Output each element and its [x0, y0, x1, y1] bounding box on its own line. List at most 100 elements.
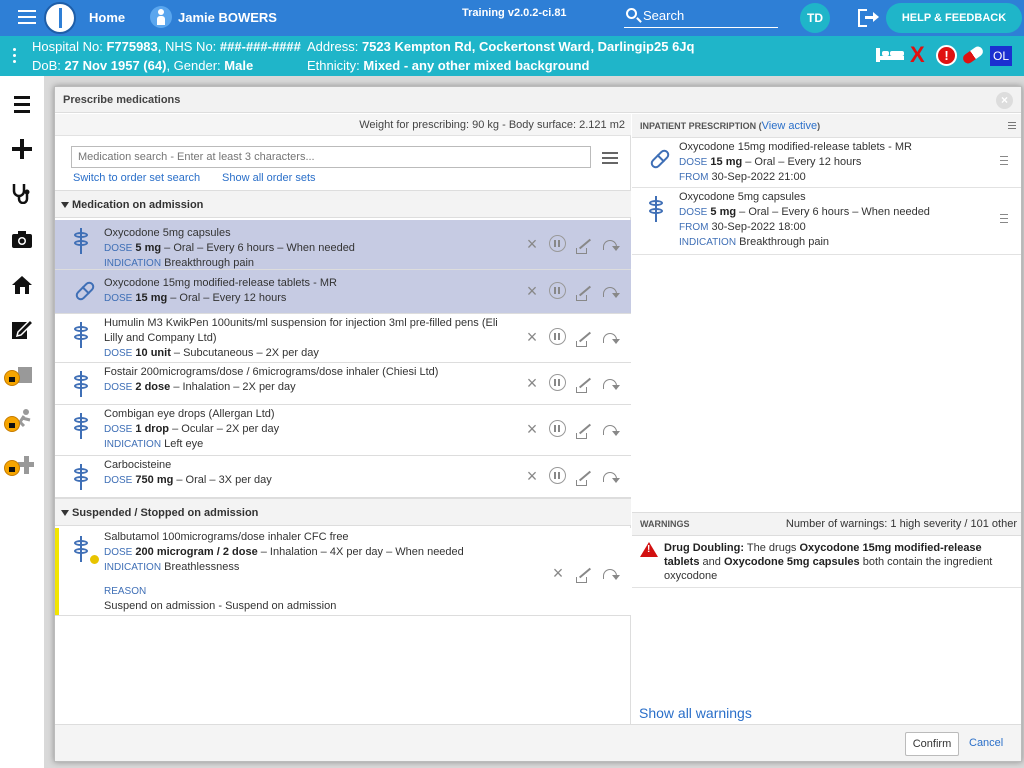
- home-icon[interactable]: [10, 274, 34, 296]
- admission-med-row[interactable]: Humulin M3 KwikPen 100units/ml suspensio…: [55, 314, 631, 363]
- edit-prescribe-icon[interactable]: [575, 328, 593, 347]
- lock-icon: [4, 416, 20, 432]
- stop-x-icon[interactable]: ×: [523, 328, 541, 346]
- stop-x-icon[interactable]: ×: [523, 282, 541, 300]
- caduceus-icon: [71, 413, 93, 439]
- med-route: – Oral – Every 6 hours – When needed: [161, 242, 355, 254]
- switch-order-set-link[interactable]: Switch to order set search: [73, 172, 200, 184]
- home-link[interactable]: Home: [89, 10, 125, 25]
- bed-icon[interactable]: [876, 48, 906, 62]
- from-label: FROM: [679, 172, 709, 183]
- medication-pane: Weight for prescribing: 90 kg - Body sur…: [55, 114, 631, 724]
- med-details: Salbutamol 100micrograms/dose inhaler CF…: [104, 530, 514, 614]
- admission-med-row[interactable]: Oxycodone 5mg capsules DOSE 5 mg – Oral …: [55, 220, 631, 270]
- continue-arrow-icon[interactable]: [601, 564, 620, 582]
- med-name: Carbocisteine: [104, 459, 172, 471]
- ol-badge[interactable]: OL: [990, 46, 1012, 66]
- stop-x-icon[interactable]: ×: [523, 374, 541, 392]
- caduceus-icon: [71, 322, 93, 348]
- rx-row-menu-icon[interactable]: [1000, 214, 1008, 226]
- suspend-pause-icon[interactable]: [549, 420, 566, 437]
- rx-row-menu-icon[interactable]: [1000, 156, 1008, 168]
- view-active-link[interactable]: View active: [762, 120, 817, 132]
- list-options-icon[interactable]: [602, 152, 618, 167]
- paused-badge-icon: [89, 554, 100, 565]
- admission-med-row[interactable]: Carbocisteine DOSE 750 mg – Oral – 3X pe…: [55, 456, 631, 498]
- stop-x-icon[interactable]: ×: [523, 420, 541, 438]
- admission-med-row[interactable]: Fostair 200micrograms/dose / 6micrograms…: [55, 363, 631, 405]
- stop-x-icon[interactable]: ×: [549, 564, 567, 582]
- logout-icon[interactable]: [858, 9, 879, 27]
- continue-arrow-icon[interactable]: [601, 467, 620, 485]
- prescribe-medications-dialog: Prescribe medications × Weight for presc…: [54, 86, 1022, 762]
- inpatient-options-icon[interactable]: [1008, 122, 1016, 131]
- show-all-warnings-link[interactable]: Show all warnings: [639, 705, 752, 721]
- inpatient-title: INPATIENT PRESCRIPTION (View active): [640, 120, 820, 132]
- edit-prescribe-icon[interactable]: [575, 420, 593, 439]
- banner-menu-icon[interactable]: [13, 48, 16, 66]
- menu-icon[interactable]: [18, 10, 36, 24]
- warning-item[interactable]: Drug Doubling: The drugs Oxycodone 15mg …: [632, 536, 1021, 588]
- plus-icon[interactable]: [10, 138, 34, 160]
- stop-x-icon[interactable]: ×: [523, 235, 541, 253]
- weight-text: Weight for prescribing: 90 kg - Body sur…: [359, 119, 625, 131]
- med-actions: ×: [549, 564, 623, 584]
- continue-arrow-icon[interactable]: [601, 235, 620, 253]
- suspend-pause-icon[interactable]: [549, 235, 566, 252]
- close-icon[interactable]: ×: [996, 92, 1013, 109]
- edit-prescribe-icon[interactable]: [575, 564, 593, 583]
- suspended-med-row[interactable]: Salbutamol 100micrograms/dose inhaler CF…: [55, 528, 631, 616]
- show-all-order-sets-link[interactable]: Show all order sets: [222, 172, 316, 184]
- section-medication-on-admission[interactable]: Medication on admission: [55, 190, 631, 218]
- confirm-button[interactable]: Confirm: [905, 732, 959, 756]
- app-logo[interactable]: [44, 2, 76, 34]
- warnings-count: Number of warnings: 1 high severity / 10…: [785, 518, 1017, 530]
- alert-icon[interactable]: !: [936, 45, 957, 66]
- suspend-pause-icon[interactable]: [549, 328, 566, 345]
- caduceus-icon: [71, 228, 93, 254]
- cancel-button[interactable]: Cancel: [969, 737, 1003, 749]
- suspend-pause-icon[interactable]: [549, 374, 566, 391]
- continue-arrow-icon[interactable]: [601, 282, 620, 300]
- user-avatar[interactable]: TD: [800, 3, 830, 33]
- section-suspended-stopped[interactable]: Suspended / Stopped on admission: [55, 498, 631, 526]
- medication-search-input[interactable]: [71, 146, 591, 168]
- med-details: Fostair 200micrograms/dose / 6micrograms…: [104, 365, 514, 395]
- lock-icon: [4, 370, 20, 386]
- header-paren: ): [817, 121, 821, 131]
- stop-x-icon[interactable]: ×: [523, 467, 541, 485]
- edit-prescribe-icon[interactable]: [575, 374, 593, 393]
- edit-notes-icon[interactable]: [10, 318, 35, 340]
- patient-name[interactable]: Jamie BOWERS: [178, 10, 277, 25]
- dialog-title: Prescribe medications: [63, 94, 181, 106]
- inpatient-rx-row[interactable]: Oxycodone 5mg capsules DOSE 5 mg – Oral …: [632, 188, 1021, 255]
- banner-line-ids: Hospital No: F775983, NHS No: ###-###-##…: [32, 39, 301, 54]
- continue-arrow-icon[interactable]: [601, 420, 620, 438]
- edit-prescribe-icon[interactable]: [575, 467, 593, 486]
- warning-title: Drug Doubling:: [664, 542, 745, 554]
- med-indication: Breakthrough pain: [164, 257, 255, 269]
- admission-med-row[interactable]: Oxycodone 15mg modified-release tablets …: [55, 270, 631, 314]
- help-feedback-button[interactable]: HELP & FEEDBACK: [886, 3, 1022, 33]
- admission-med-row[interactable]: Combigan eye drops (Allergan Ltd) DOSE 1…: [55, 405, 631, 456]
- rx-name: Oxycodone 15mg modified-release tablets …: [679, 141, 912, 153]
- inpatient-rx-row[interactable]: Oxycodone 15mg modified-release tablets …: [632, 138, 1021, 188]
- med-details: Carbocisteine DOSE 750 mg – Oral – 3X pe…: [104, 458, 514, 488]
- edit-prescribe-icon[interactable]: [575, 282, 593, 301]
- address: 7523 Kempton Rd, Cockertonst Ward, Darli…: [361, 39, 695, 54]
- suspended-indicator: [55, 528, 59, 615]
- continue-arrow-icon[interactable]: [601, 374, 620, 392]
- reason-label: REASON: [104, 586, 147, 597]
- suspend-pause-icon[interactable]: [549, 467, 566, 484]
- global-search[interactable]: Search: [624, 6, 778, 28]
- continue-arrow-icon[interactable]: [601, 328, 620, 346]
- warnings-header: WARNINGS Number of warnings: 1 high seve…: [632, 512, 1021, 536]
- gender: Male: [224, 58, 254, 73]
- suspend-pause-icon[interactable]: [549, 282, 566, 299]
- list-icon[interactable]: [10, 94, 34, 116]
- training-version: Training v2.0.2-ci.81: [462, 7, 567, 19]
- camera-icon[interactable]: [10, 228, 34, 250]
- stethoscope-icon[interactable]: [10, 182, 34, 205]
- no-allergy-x-icon[interactable]: X: [910, 42, 925, 68]
- edit-prescribe-icon[interactable]: [575, 235, 593, 254]
